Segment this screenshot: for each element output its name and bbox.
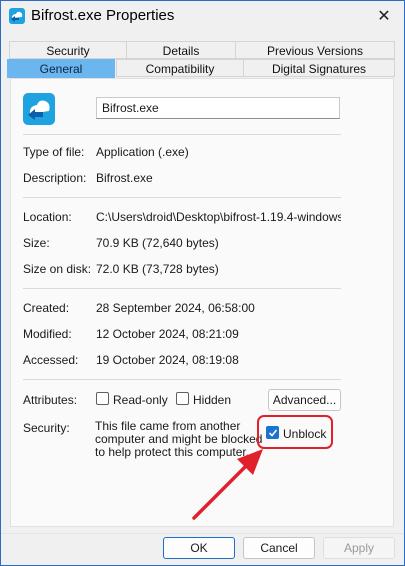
annotation-arrow-icon xyxy=(192,449,263,520)
properties-window: Bifrost.exe Properties ✕ Security Detail… xyxy=(0,0,405,566)
ok-button[interactable]: OK xyxy=(163,537,235,559)
cancel-button[interactable]: Cancel xyxy=(243,537,315,559)
footer-divider xyxy=(1,533,404,534)
apply-button[interactable]: Apply xyxy=(323,537,395,559)
